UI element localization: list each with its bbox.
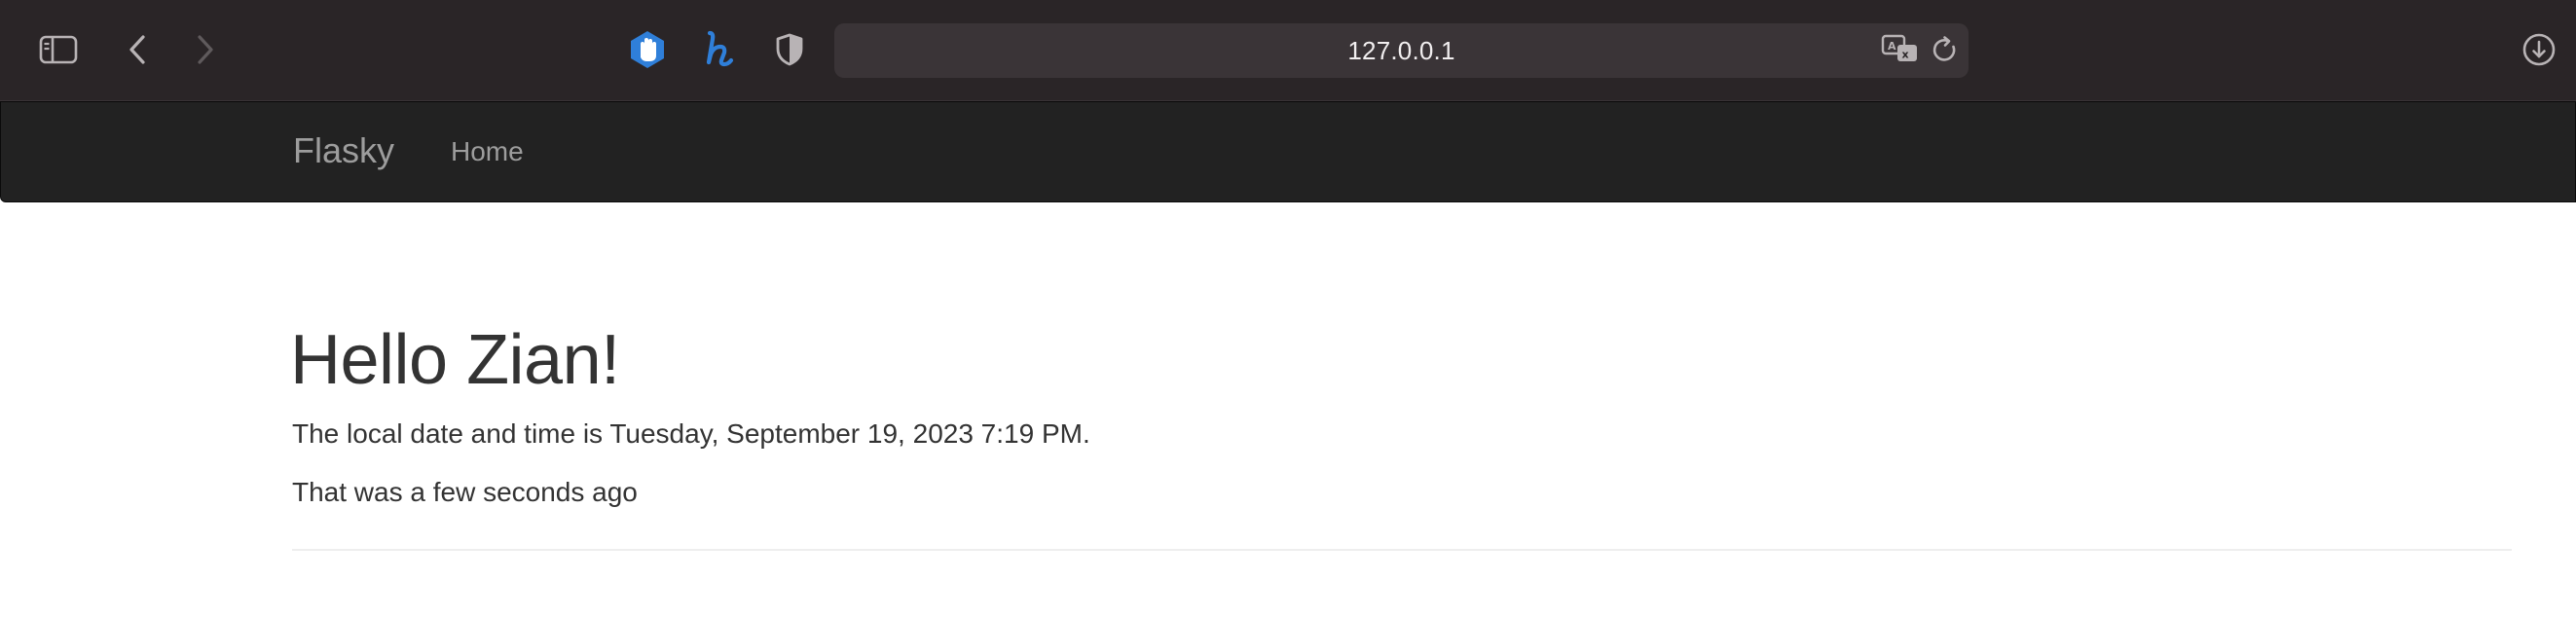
page-heading: Hello Zian!: [290, 321, 620, 399]
download-icon[interactable]: [2518, 27, 2560, 72]
site-navbar: Flasky Home: [0, 101, 2576, 202]
svg-text:x: x: [1902, 49, 1909, 61]
sidebar-icon[interactable]: [35, 29, 82, 70]
address-bar[interactable]: 127.0.0.1: [834, 23, 1969, 78]
translate-icon[interactable]: A x: [1879, 31, 1922, 68]
chevron-right-icon[interactable]: [185, 27, 226, 72]
brand-link[interactable]: Flasky: [293, 129, 394, 172]
svg-text:A: A: [1888, 40, 1896, 53]
honey-h-icon[interactable]: [693, 27, 742, 72]
privacy-shield-icon[interactable]: [765, 27, 814, 72]
content-divider: [292, 549, 2512, 551]
reload-icon[interactable]: [1926, 29, 1965, 70]
url-text: 127.0.0.1: [1347, 35, 1455, 65]
local-datetime-text: The local date and time is Tuesday, Sept…: [292, 418, 1090, 449]
ublock-hand-icon[interactable]: [623, 27, 672, 72]
chevron-left-icon[interactable]: [117, 27, 158, 72]
relative-time-text: That was a few seconds ago: [292, 477, 638, 507]
browser-toolbar: 127.0.0.1 A x: [0, 0, 2576, 101]
nav-item-home[interactable]: Home: [451, 134, 524, 169]
